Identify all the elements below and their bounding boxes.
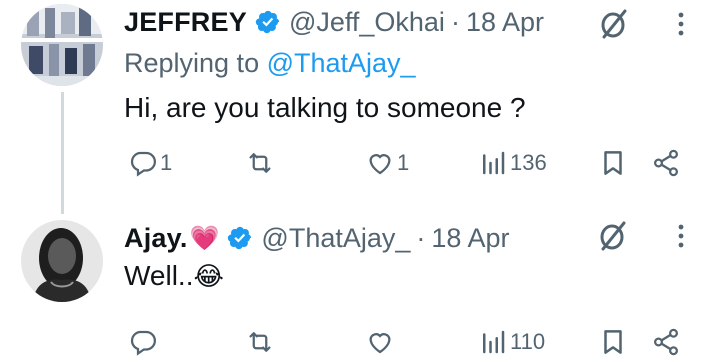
bookmark-icon xyxy=(598,148,628,178)
reply-icon xyxy=(128,327,158,357)
replying-to-mention[interactable]: @ThatAjay_ xyxy=(267,48,416,78)
bookmark-icon xyxy=(598,327,628,357)
grok-icon[interactable] xyxy=(596,6,632,42)
like-button[interactable]: 1 xyxy=(365,143,409,183)
author-name-emoji: 💗 xyxy=(189,224,220,252)
reply-button[interactable] xyxy=(128,322,160,362)
replying-to-label: Replying to xyxy=(124,48,267,78)
separator-dot: · xyxy=(416,222,426,253)
share-button[interactable] xyxy=(651,143,681,183)
views-count: 136 xyxy=(510,150,547,175)
like-button[interactable] xyxy=(365,322,397,362)
more-options-icon[interactable] xyxy=(671,218,691,254)
avatar[interactable] xyxy=(21,4,103,86)
tweet-header: JEFFREY @Jeff_Okhai · 18 Apr xyxy=(124,2,544,42)
bookmark-button[interactable] xyxy=(598,322,628,362)
tweet-date[interactable]: 18 Apr xyxy=(466,7,544,38)
views-icon xyxy=(478,148,508,178)
tweet[interactable]: JEFFREY @Jeff_Okhai · 18 Apr Replying to… xyxy=(0,0,720,214)
verified-badge-icon[interactable] xyxy=(255,9,281,35)
verified-badge-icon[interactable] xyxy=(227,225,253,251)
retweet-button[interactable] xyxy=(245,322,277,362)
like-count: 1 xyxy=(397,150,410,175)
share-icon xyxy=(651,148,681,178)
tweet-header: Ajay. 💗 @ThatAjay_ · 18 Apr xyxy=(124,218,509,258)
share-icon xyxy=(651,327,681,357)
tweet-text-emoji: 😂 xyxy=(193,261,224,291)
views-button[interactable]: 136 xyxy=(478,143,547,183)
separator-dot: · xyxy=(450,6,460,37)
reply-icon xyxy=(128,148,158,178)
action-bar: 1 1 136 xyxy=(0,143,720,183)
retweet-icon xyxy=(245,148,275,178)
tweet-text-content: Hi, are you talking to someone ? xyxy=(124,92,526,123)
tweet-text: Hi, are you talking to someone ? xyxy=(124,92,526,124)
grok-icon[interactable] xyxy=(595,218,631,254)
bookmark-button[interactable] xyxy=(598,143,628,183)
views-count: 110 xyxy=(510,329,546,354)
like-icon xyxy=(365,148,395,178)
avatar[interactable] xyxy=(21,220,103,302)
retweet-button[interactable] xyxy=(245,143,277,183)
replying-to: Replying to @ThatAjay_ xyxy=(124,48,416,79)
tweet-text: Well..😂 xyxy=(124,260,224,292)
reply-button[interactable]: 1 xyxy=(128,143,172,183)
author-name[interactable]: Ajay. xyxy=(124,223,188,254)
views-icon xyxy=(478,327,508,357)
more-options-icon[interactable] xyxy=(671,6,691,42)
views-button[interactable]: 110 xyxy=(478,322,545,362)
author-handle[interactable]: @Jeff_Okhai xyxy=(289,7,445,38)
tweet-date[interactable]: 18 Apr xyxy=(431,223,509,254)
action-bar: 110 xyxy=(0,322,720,362)
like-icon xyxy=(365,327,395,357)
retweet-icon xyxy=(245,327,275,357)
author-handle[interactable]: @ThatAjay_ xyxy=(261,223,410,254)
author-name[interactable]: JEFFREY xyxy=(124,7,247,38)
tweet-text-content: Well.. xyxy=(124,260,194,291)
reply-count: 1 xyxy=(160,150,173,175)
share-button[interactable] xyxy=(651,322,681,362)
